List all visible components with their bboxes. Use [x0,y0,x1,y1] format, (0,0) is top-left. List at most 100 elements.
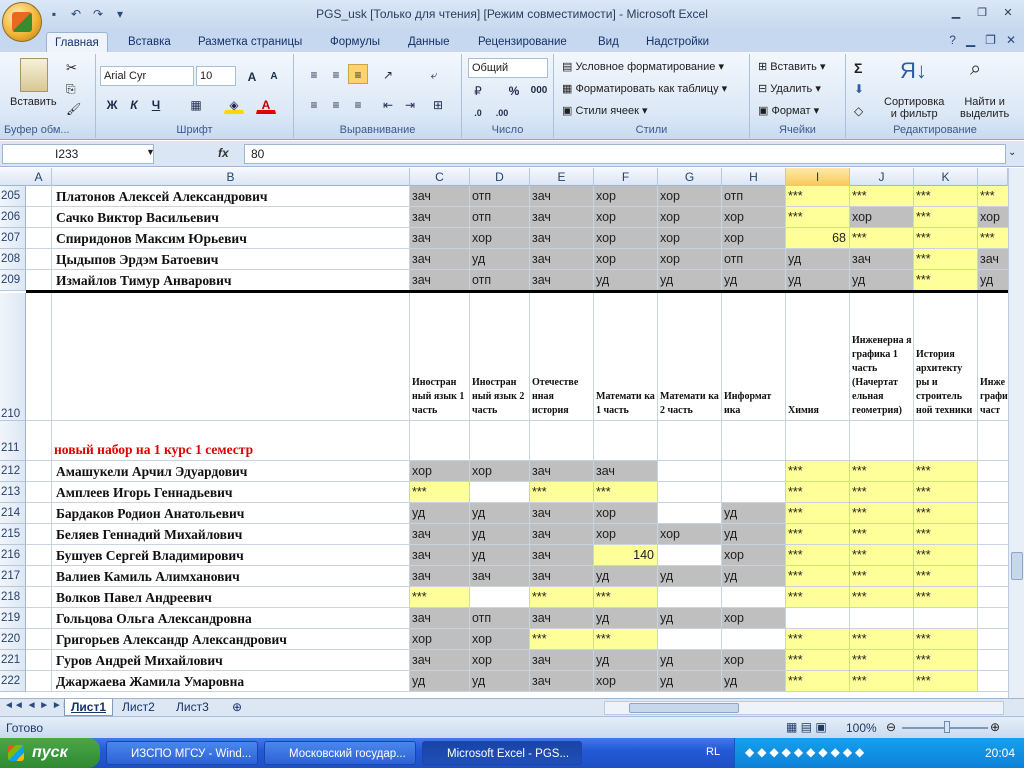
horizontal-scroll-thumb[interactable] [629,703,739,713]
grade-cell[interactable]: хор [722,650,786,671]
italic-button[interactable]: К [124,94,144,114]
grade-cell[interactable] [850,608,914,629]
subject-header-cell[interactable]: Математи ка 2 часть [658,293,722,421]
student-name-cell[interactable]: Гуров Андрей Михайлович [52,650,410,671]
grade-cell[interactable]: *** [914,503,978,524]
grade-cell[interactable] [978,461,1008,482]
thousands-button[interactable]: 000 [526,80,552,100]
grade-cell[interactable]: зач [410,228,470,249]
grade-cell[interactable] [658,482,722,503]
grade-cell[interactable]: зач [410,566,470,587]
grade-cell[interactable]: уд [722,270,786,291]
grid-cell[interactable] [658,421,722,461]
subject-header-cell[interactable]: Математи ка 1 часть [594,293,658,421]
grade-cell[interactable]: уд [658,270,722,291]
font-name-select[interactable]: Arial Cyr [100,66,194,86]
grade-cell[interactable]: уд [850,270,914,291]
grade-cell[interactable]: зач [530,207,594,228]
grade-cell[interactable]: хор [594,228,658,249]
zoom-in-icon[interactable]: ⊕ [990,720,1000,734]
grade-cell[interactable]: отп [470,186,530,207]
grid-cell[interactable] [530,421,594,461]
worksheet-grid[interactable]: ABCDEFGHIJK 205 Платонов Алексей Александ… [0,168,1008,698]
grade-cell[interactable]: зач [410,249,470,270]
grade-cell[interactable]: *** [850,524,914,545]
grade-cell[interactable]: *** [594,629,658,650]
grade-cell[interactable]: *** [914,587,978,608]
grid-cell[interactable] [978,421,1008,461]
grade-cell[interactable]: зач [530,461,594,482]
grade-cell[interactable]: хор [470,228,530,249]
student-name-cell[interactable]: Гольцова Ольга Александровна [52,608,410,629]
grade-cell[interactable]: *** [978,186,1008,207]
bold-button[interactable]: Ж [102,94,122,114]
grade-cell[interactable]: *** [594,482,658,503]
subject-header-cell[interactable]: Инже графи 2 част [978,293,1008,421]
subject-header-cell[interactable]: Инженерна я графика 1 часть (Начертат ел… [850,293,914,421]
grade-cell[interactable]: зач [594,461,658,482]
grade-cell[interactable]: зач [530,608,594,629]
restore-button[interactable]: ❐ [970,4,994,22]
grade-cell[interactable]: зач [410,545,470,566]
sheet-nav-icon[interactable]: ◄◄ ◄ ► ►► [4,700,72,711]
subject-header-cell[interactable]: Информат ика [722,293,786,421]
sheet-tab-3[interactable]: Лист3 [170,699,215,716]
grade-cell[interactable]: хор [722,228,786,249]
delete-cells-button[interactable]: ⊟ Удалить ▾ [758,82,821,95]
row-header[interactable]: 206 [0,207,26,228]
grade-cell[interactable] [470,587,530,608]
grade-cell[interactable]: зач [530,671,594,692]
sort-filter-button[interactable]: Сортировка и фильтр [884,96,944,120]
grade-cell[interactable]: зач [530,650,594,671]
tray-icons-icon[interactable]: ◆◆◆◆◆◆◆◆◆◆ [745,745,867,759]
grade-cell[interactable] [658,629,722,650]
ribbon-minimize-icon[interactable]: ▁ [966,33,975,47]
grid-cell[interactable] [594,421,658,461]
vertical-scrollbar[interactable] [1008,168,1024,698]
grade-cell[interactable]: 140 [594,545,658,566]
grade-cell[interactable]: *** [914,524,978,545]
grid-cell[interactable] [26,228,52,249]
grade-cell[interactable] [978,650,1008,671]
grade-cell[interactable]: хор [978,207,1008,228]
task-izspo[interactable]: ИЗСПО МГСУ - Wind... [106,741,258,765]
column-header-a[interactable]: A [26,168,52,186]
grade-cell[interactable]: *** [786,650,850,671]
grade-cell[interactable]: уд [410,503,470,524]
grade-cell[interactable]: *** [410,587,470,608]
grade-cell[interactable]: уд [594,566,658,587]
grade-cell[interactable]: уд [470,249,530,270]
grid-cell[interactable] [26,650,52,671]
grid-cell[interactable] [786,421,850,461]
increase-decimal-icon[interactable]: .0 [468,102,488,122]
grade-cell[interactable]: отп [722,186,786,207]
grid-cell[interactable] [722,421,786,461]
tab-home[interactable]: Главная [46,32,108,52]
minimize-button[interactable]: ▁ [944,4,968,22]
grade-cell[interactable]: зач [530,545,594,566]
grade-cell[interactable]: *** [914,270,978,291]
grade-cell[interactable]: *** [786,587,850,608]
grid-cell[interactable] [52,293,410,421]
column-header-h[interactable]: H [722,168,786,186]
grade-cell[interactable]: *** [594,587,658,608]
grade-cell[interactable] [470,482,530,503]
grid-cell[interactable] [26,629,52,650]
grid-cell[interactable] [26,461,52,482]
grade-cell[interactable]: *** [410,482,470,503]
grade-cell[interactable] [978,503,1008,524]
align-left-icon[interactable]: ≡ [304,94,324,114]
row-header[interactable]: 216 [0,545,26,566]
grade-cell[interactable]: *** [850,671,914,692]
column-header-f[interactable]: F [594,168,658,186]
grade-cell[interactable]: зач [530,228,594,249]
clear-icon[interactable]: ◇ [854,104,863,118]
align-top-icon[interactable]: ≡ [304,64,324,84]
fill-icon[interactable]: ⬇ [854,82,864,96]
grade-cell[interactable]: *** [914,629,978,650]
student-name-cell[interactable]: Джаржаева Жамила Умаровна [52,671,410,692]
grade-cell[interactable]: зач [470,566,530,587]
vertical-scroll-thumb[interactable] [1011,552,1023,580]
copy-icon[interactable]: ⎘ [66,82,76,97]
row-header[interactable]: 218 [0,587,26,608]
